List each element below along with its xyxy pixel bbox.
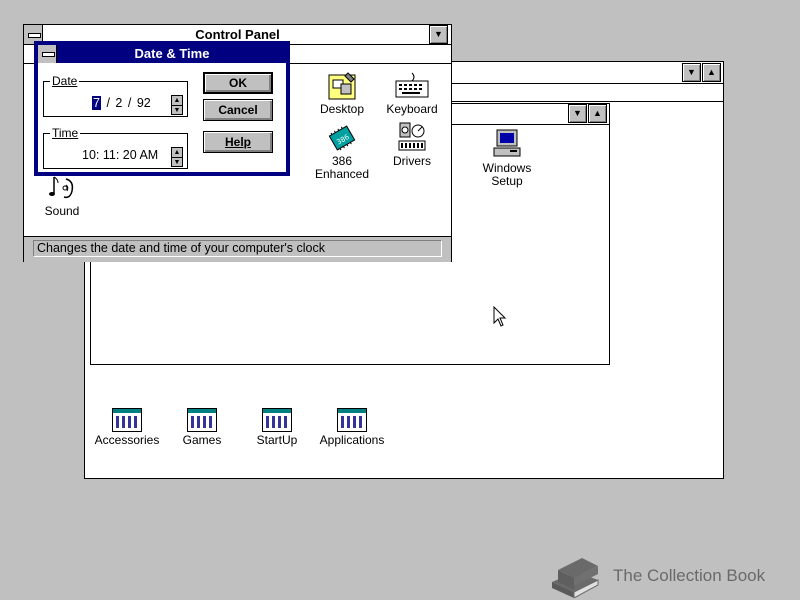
time-spinner[interactable]: ▲ ▼ — [171, 147, 183, 167]
minimize-button[interactable]: ▼ — [568, 104, 587, 123]
sound-icon — [49, 176, 74, 199]
cp-item-desktop[interactable]: Desktop — [304, 71, 380, 116]
windows-setup-item[interactable]: Windows Setup — [469, 128, 545, 188]
cp-item-label: Keyboard — [386, 102, 438, 116]
date-month[interactable]: 7 — [92, 96, 101, 110]
system-menu-button[interactable] — [38, 45, 57, 63]
cp-item-label: Sound — [44, 204, 80, 218]
group-games[interactable]: Games — [164, 408, 240, 447]
cp-item-label: 386 Enhanced — [314, 154, 370, 181]
program-group-icon — [112, 408, 142, 432]
spin-down-icon[interactable]: ▼ — [172, 158, 182, 167]
maximize-button[interactable]: ▲ — [588, 104, 607, 123]
minimize-button[interactable]: ▼ — [682, 63, 701, 82]
group-label: StartUp — [256, 433, 298, 447]
watermark: The Collection Book — [548, 552, 788, 598]
down-arrow-icon: ▼ — [434, 29, 443, 39]
maximize-button[interactable]: ▲ — [702, 63, 721, 82]
down-arrow-icon: ▼ — [687, 67, 696, 77]
time-label: Time — [50, 126, 81, 140]
ok-button[interactable]: OK — [203, 72, 273, 94]
group-startup[interactable]: StartUp — [239, 408, 315, 447]
cp-item-label: Desktop — [319, 102, 365, 116]
group-applications[interactable]: Applications — [314, 408, 390, 447]
date-day[interactable]: 2 — [115, 96, 122, 110]
help-button[interactable]: Help — [203, 131, 273, 153]
cp-item-label: Drivers — [393, 154, 431, 168]
program-group-icon — [187, 408, 217, 432]
group-label: Applications — [319, 433, 385, 447]
program-group-icon — [262, 408, 292, 432]
keyboard-icon — [395, 72, 429, 98]
windows-setup-icon — [493, 129, 521, 157]
group-label: Accessories — [94, 433, 160, 447]
spin-up-icon[interactable]: ▲ — [172, 148, 182, 158]
system-menu-icon — [42, 52, 55, 57]
spin-up-icon[interactable]: ▲ — [172, 96, 182, 106]
date-separator: / — [127, 96, 132, 110]
date-spinner[interactable]: ▲ ▼ — [171, 95, 183, 115]
cp-item-drivers[interactable]: Drivers — [374, 121, 450, 168]
drivers-icon — [398, 122, 426, 151]
date-year[interactable]: 92 — [137, 96, 151, 110]
windows-setup-label-line2: Setup — [491, 174, 523, 188]
control-panel-title: Control Panel — [195, 27, 280, 42]
cp-item-sound[interactable]: Sound — [24, 173, 100, 218]
date-time-dialog: Date & Time Date 7 / 2 / 92 ▲ ▼ Time 10:… — [34, 41, 290, 176]
date-field[interactable]: 7 / 2 / 92 — [92, 96, 151, 110]
cp-item-keyboard[interactable]: Keyboard — [374, 71, 450, 116]
date-label: Date — [50, 74, 80, 88]
group-accessories[interactable]: Accessories — [89, 408, 165, 447]
cp-item-386-enhanced[interactable]: 386 386 Enhanced — [304, 123, 380, 181]
program-group-icon — [337, 408, 367, 432]
up-arrow-icon: ▲ — [593, 108, 602, 118]
down-arrow-icon: ▼ — [573, 108, 582, 118]
desktop-icon — [328, 72, 356, 100]
system-menu-icon — [28, 33, 41, 38]
date-group: Date 7 / 2 / 92 ▲ ▼ — [43, 74, 188, 117]
dialog-title: Date & Time — [134, 46, 210, 61]
up-arrow-icon: ▲ — [707, 67, 716, 77]
status-text: Changes the date and time of your comput… — [33, 240, 442, 257]
spin-down-icon[interactable]: ▼ — [172, 106, 182, 115]
chip-386-icon: 386 — [328, 125, 356, 151]
mouse-cursor-icon — [493, 306, 507, 327]
date-separator: / — [106, 96, 110, 110]
time-field[interactable]: 10: 11: 20 AM — [82, 148, 158, 162]
status-bar: Changes the date and time of your comput… — [24, 236, 451, 262]
date-time-titlebar[interactable]: Date & Time — [38, 45, 286, 63]
watermark-text: The Collection Book — [613, 566, 766, 585]
group-label: Games — [182, 433, 222, 447]
book-icon — [552, 558, 599, 598]
time-group: Time 10: 11: 20 AM ▲ ▼ — [43, 126, 188, 169]
cancel-button[interactable]: Cancel — [203, 99, 273, 121]
minimize-button[interactable]: ▼ — [429, 25, 448, 44]
